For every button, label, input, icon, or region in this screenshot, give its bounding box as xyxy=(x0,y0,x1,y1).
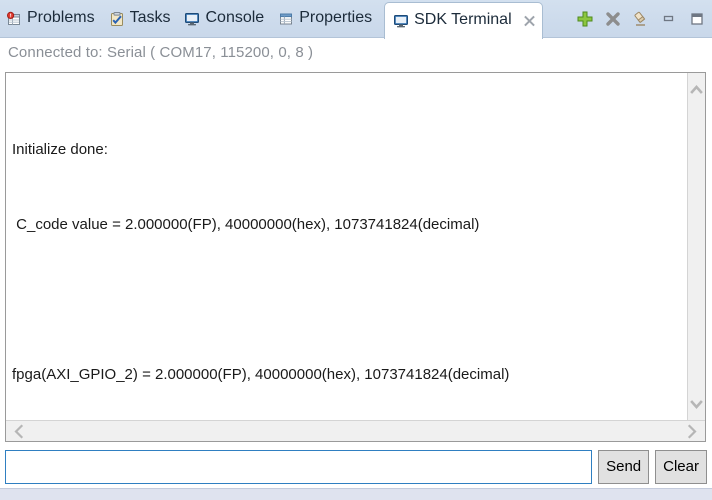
view-tab-bar: Problems Tasks Console Properties SDK Te… xyxy=(0,0,712,39)
connection-status: Connected to: Serial ( COM17, 115200, 0,… xyxy=(8,44,314,61)
tab-label: Properties xyxy=(299,9,373,26)
vertical-scrollbar[interactable] xyxy=(687,73,705,421)
terminal-line: fpga(AXI_GPIO_2) = 2.000000(FP), 4000000… xyxy=(12,366,510,383)
tab-console[interactable]: Console xyxy=(178,0,272,38)
close-icon[interactable] xyxy=(523,14,536,27)
tasks-icon xyxy=(109,11,125,27)
disconnect-icon[interactable] xyxy=(604,10,622,28)
status-bar xyxy=(0,488,712,500)
maximize-icon[interactable] xyxy=(688,10,706,28)
tab-label: Tasks xyxy=(129,9,171,26)
chevron-up-icon[interactable] xyxy=(688,81,705,99)
terminal-line: Initialize done: xyxy=(12,141,108,158)
send-bar: Send Clear xyxy=(5,450,707,484)
send-button[interactable]: Send xyxy=(598,450,650,484)
terminal-send-input[interactable] xyxy=(5,450,593,484)
tab-properties[interactable]: Properties xyxy=(272,0,380,38)
problems-icon xyxy=(6,11,22,27)
clear-button[interactable]: Clear xyxy=(655,450,707,484)
terminal-icon xyxy=(393,13,409,29)
chevron-right-icon[interactable] xyxy=(683,422,701,441)
chevron-down-icon[interactable] xyxy=(688,395,705,413)
tab-list: Problems Tasks Console Properties SDK Te… xyxy=(0,0,543,39)
tab-sdk-terminal[interactable]: SDK Terminal xyxy=(384,1,543,39)
sdk-terminal-view: Problems Tasks Console Properties SDK Te… xyxy=(0,0,712,500)
terminal-panel: Initialize done: C_code value = 2.000000… xyxy=(5,72,706,442)
view-toolbar xyxy=(576,0,706,38)
tab-label: Problems xyxy=(27,9,95,26)
tab-label: Console xyxy=(205,9,265,26)
tab-label: SDK Terminal xyxy=(414,10,512,28)
chevron-left-icon[interactable] xyxy=(10,422,28,441)
console-icon xyxy=(184,11,200,27)
terminal-output[interactable]: Initialize done: C_code value = 2.000000… xyxy=(6,73,688,421)
horizontal-scrollbar[interactable] xyxy=(6,420,705,441)
new-connection-icon[interactable] xyxy=(576,10,594,28)
tab-problems[interactable]: Problems xyxy=(0,0,103,38)
minimize-icon[interactable] xyxy=(660,10,678,28)
tab-tasks[interactable]: Tasks xyxy=(103,0,179,38)
terminal-line: C_code value = 2.000000(FP), 40000000(he… xyxy=(12,216,480,233)
properties-icon xyxy=(278,11,294,27)
clear-terminal-icon[interactable] xyxy=(632,10,650,28)
